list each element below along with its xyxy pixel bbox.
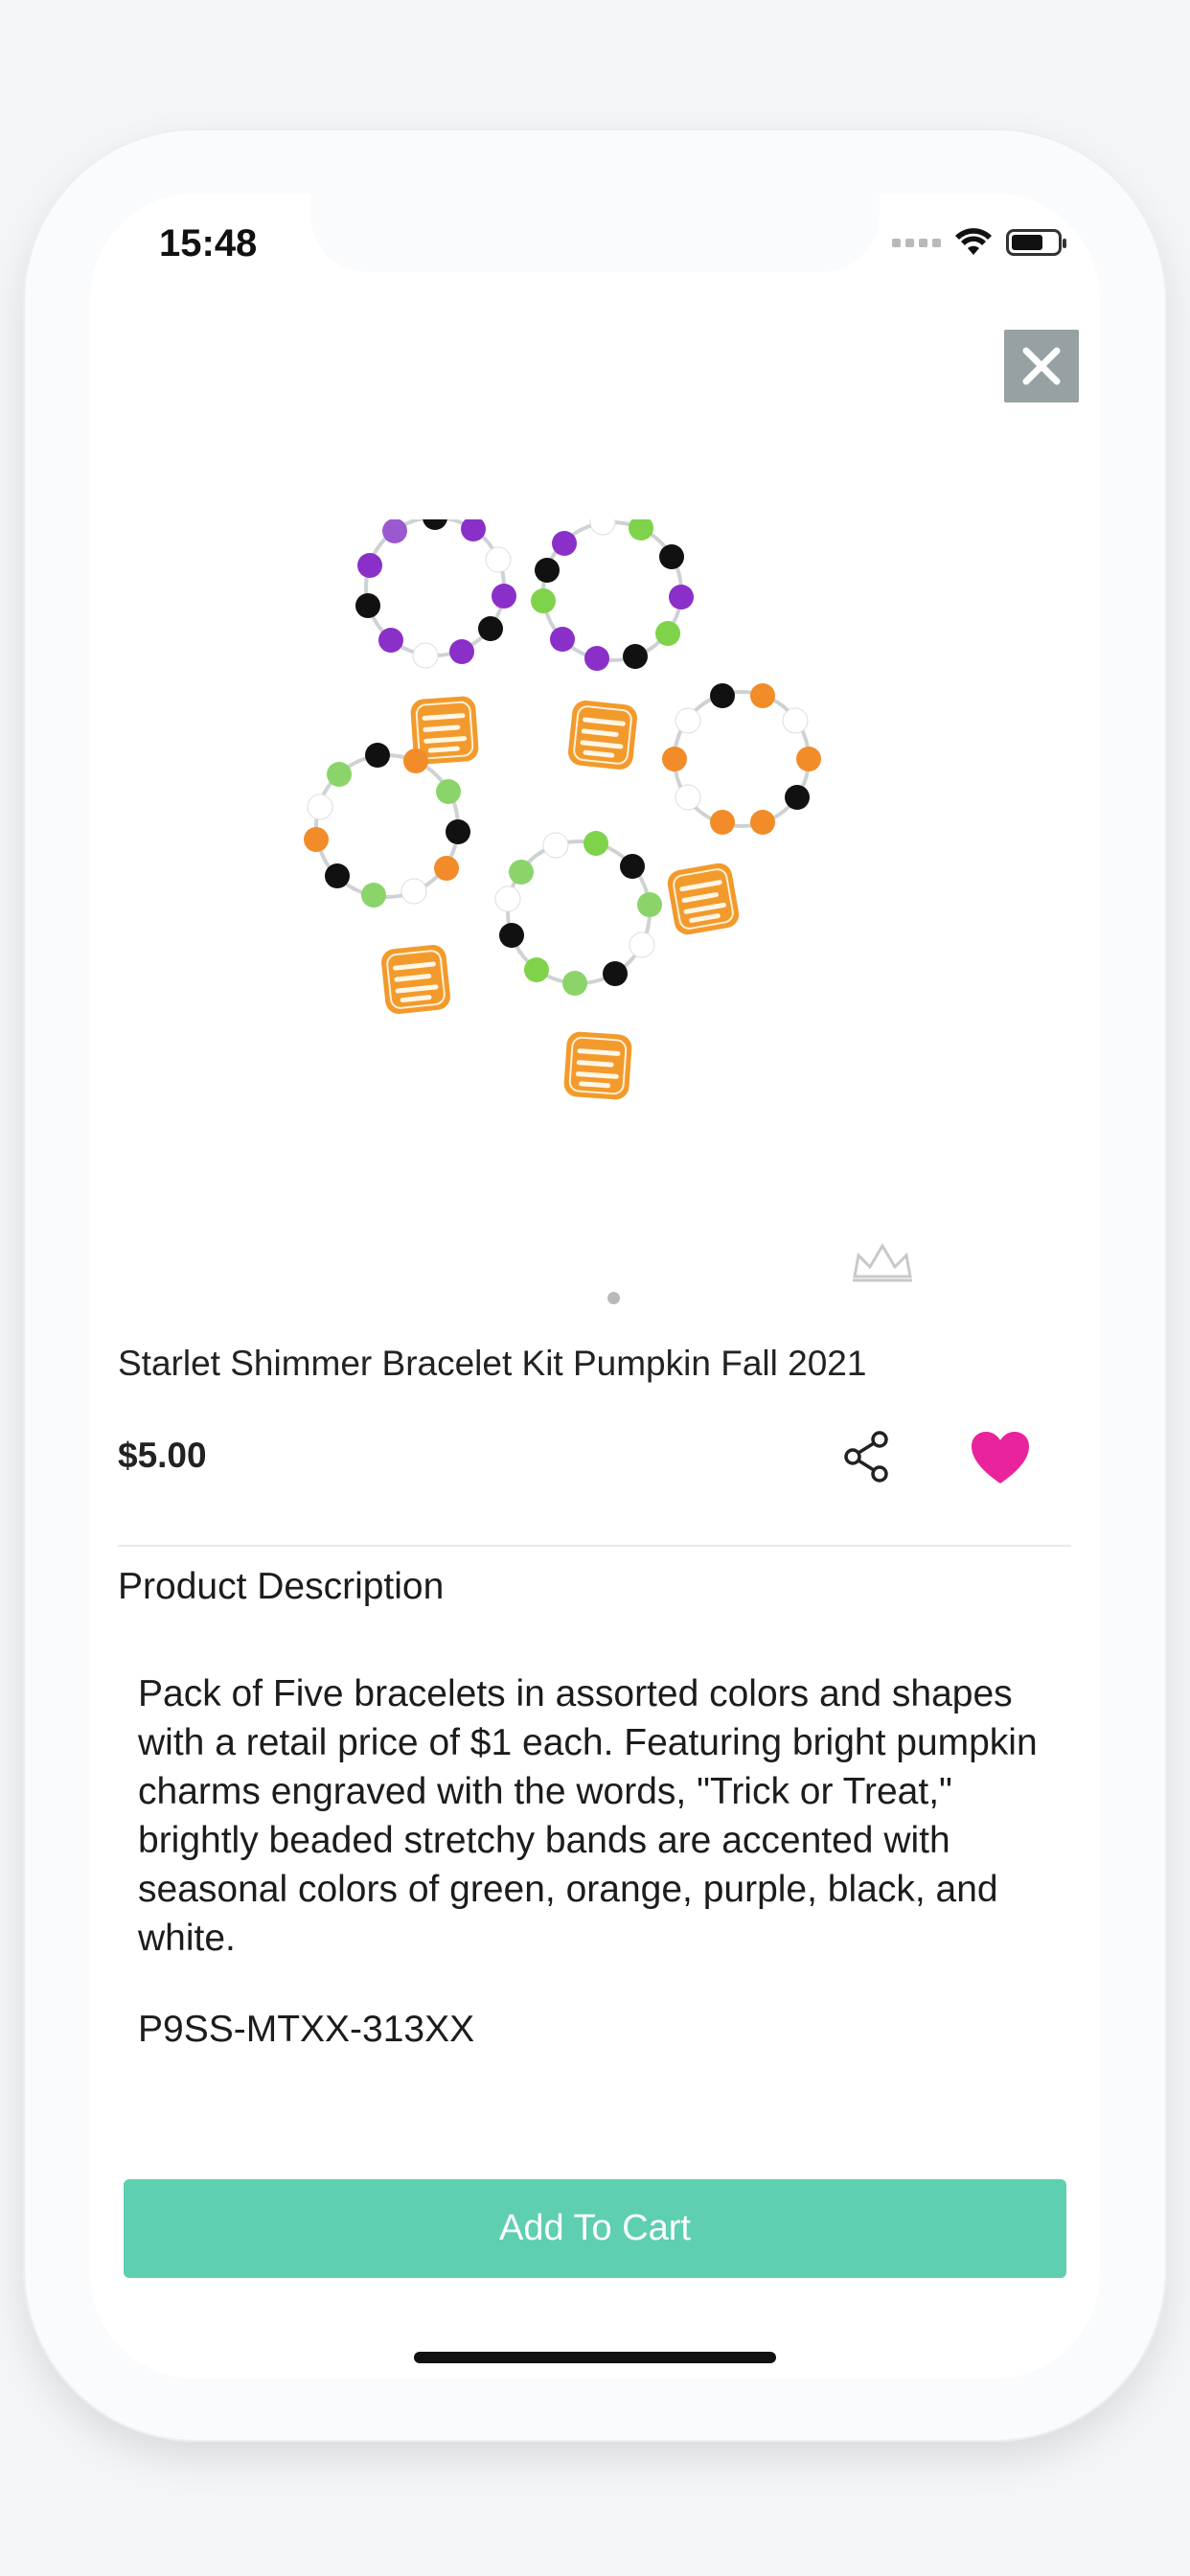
bracelet-purple (355, 519, 516, 765)
product-description: Pack of Five bracelets in assorted color… (138, 1673, 1038, 1959)
battery-icon (1006, 229, 1066, 256)
bracelet-green (494, 831, 662, 1100)
add-to-cart-button[interactable]: Add To Cart (124, 2179, 1066, 2278)
app-screen: 15:48 Starlet Shimmer Bracelet Kit Pumpk… (90, 194, 1100, 2379)
product-image[interactable] (282, 519, 914, 1382)
carousel-indicator (90, 1292, 1100, 1304)
carousel-dot[interactable] (606, 1292, 620, 1304)
bracelet-purple-green (531, 519, 694, 770)
section-divider (118, 1545, 1071, 1547)
product-price: $5.00 (118, 1436, 207, 1475)
status-icons (892, 228, 1066, 257)
bracelet-orange (662, 683, 821, 936)
home-indicator[interactable] (414, 2352, 776, 2363)
wifi-icon (955, 228, 992, 255)
product-title: Starlet Shimmer Bracelet Kit Pumpkin Fal… (118, 1344, 867, 1383)
description-heading: Product Description (118, 1566, 445, 1607)
close-icon (1022, 347, 1061, 385)
status-time: 15:48 (159, 222, 258, 264)
cellular-signal-icon (892, 238, 941, 247)
bracelet-green-orange (304, 743, 470, 1015)
device-notch (310, 194, 880, 272)
product-sku: P9SS-MTXX-313XX (138, 2009, 475, 2050)
heart-icon[interactable] (970, 1430, 1031, 1485)
share-icon[interactable] (839, 1428, 897, 1485)
crown-logo-icon (853, 1243, 912, 1282)
close-button[interactable] (1004, 330, 1079, 402)
